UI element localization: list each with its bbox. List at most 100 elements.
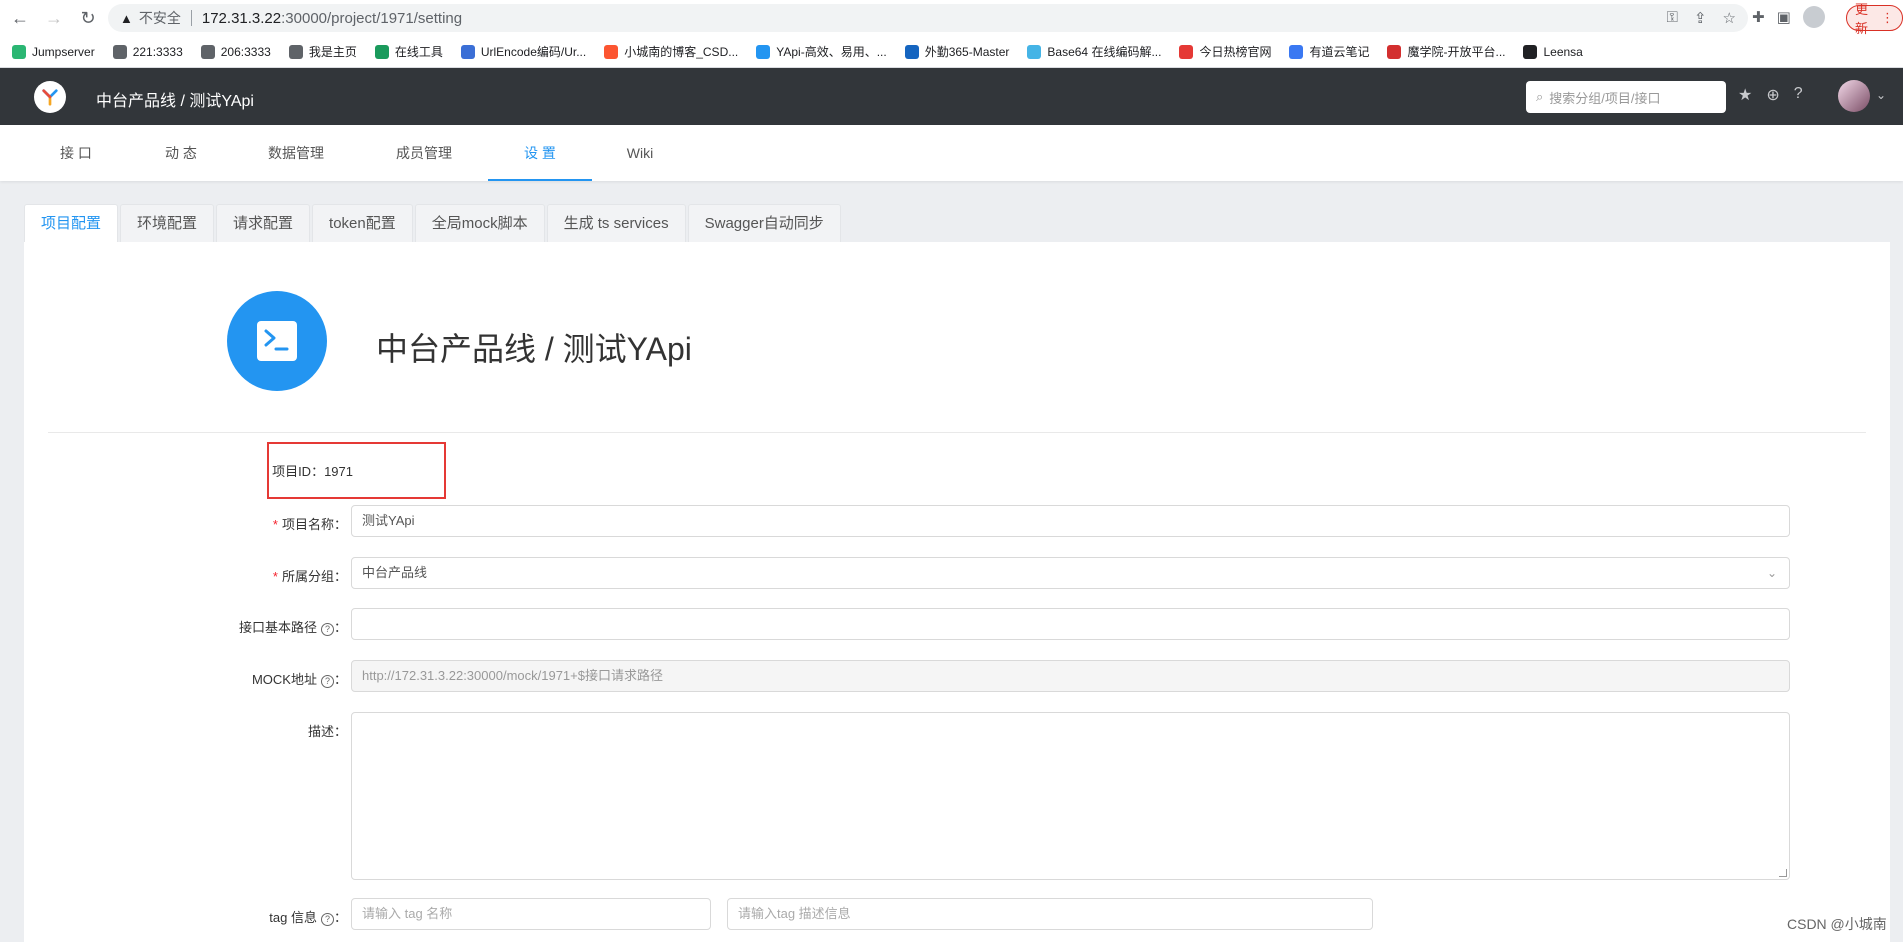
bookmark-label: 今日热榜官网 — [1199, 45, 1272, 59]
resize-handle-icon[interactable] — [1779, 869, 1787, 877]
question-circle-icon[interactable]: ? — [320, 913, 334, 926]
bookmark-item[interactable]: 魔学院-开放平台... — [1387, 43, 1505, 60]
subnav-item[interactable]: 成员管理 — [386, 125, 462, 181]
profile-avatar-icon[interactable] — [1802, 6, 1825, 28]
warning-icon: ▲ — [120, 10, 133, 26]
help-circle-icon[interactable]: ? — [1794, 85, 1803, 105]
label-colon: ： — [333, 672, 347, 687]
reload-icon[interactable]: ↻ — [74, 4, 102, 32]
required-mark: * — [272, 569, 278, 584]
update-button[interactable]: 更新 ⋮ — [1846, 2, 1903, 36]
subnav-item[interactable]: 动 态 — [145, 125, 217, 181]
watermark: CSDN @小城南 — [1787, 916, 1887, 932]
question-circle-icon[interactable]: ? — [320, 623, 334, 636]
bookmark-item[interactable]: 221:3333 — [112, 44, 183, 59]
settings-tab[interactable]: token配置 — [312, 204, 413, 242]
mock-label: MOCK地址?： — [252, 669, 347, 688]
bookmark-item[interactable]: 在线工具 — [374, 43, 443, 60]
bookmark-label: 206:3333 — [220, 44, 271, 59]
back-arrow-icon[interactable]: ← — [6, 4, 34, 32]
subnav-item[interactable]: 设 置 — [488, 125, 592, 181]
group-label-text: 所属分组： — [281, 569, 347, 584]
star-icon[interactable]: ☆ — [1723, 9, 1736, 27]
search-icon: ⌕ — [1536, 89, 1544, 104]
project-title: 中台产品线 / 测试YApi — [376, 331, 692, 367]
group-select[interactable]: 中台产品线 ⌄ — [351, 557, 1790, 589]
project-name-field[interactable]: 测试YApi — [351, 505, 1790, 537]
bookmark-favicon-icon — [1387, 44, 1402, 59]
project-name-label-text: 项目名称： — [281, 517, 347, 532]
description-textarea[interactable] — [351, 712, 1790, 880]
bookmark-label: 有道云笔记 — [1309, 45, 1370, 59]
key-icon[interactable]: ⚿ — [1667, 9, 1678, 27]
settings-tab[interactable]: 全局mock脚本 — [414, 204, 545, 242]
required-mark: * — [272, 517, 278, 532]
bookmark-favicon-icon — [12, 44, 26, 59]
settings-tab[interactable]: 生成 ts services — [546, 204, 686, 242]
subnav-item[interactable]: Wiki — [612, 125, 668, 181]
bookmark-favicon-icon — [1523, 44, 1538, 59]
bookmark-item[interactable]: UrlEncode编码/Ur... — [460, 43, 587, 60]
tag-description-input[interactable]: 请输入tag 描述信息 — [727, 898, 1373, 930]
subnav-item[interactable]: 接 口 — [40, 125, 112, 181]
extensions-puzzle-icon[interactable]: ✚ — [1752, 8, 1765, 26]
settings-tab[interactable]: 环境配置 — [120, 204, 215, 242]
tag-name-input[interactable]: 请输入 tag 名称 — [351, 898, 711, 930]
question-circle-icon[interactable]: ? — [320, 675, 334, 688]
basepath-label-text: 接口基本路径 — [238, 620, 317, 635]
tag-label: tag 信息?： — [269, 907, 347, 926]
bookmark-item[interactable]: 今日热榜官网 — [1179, 43, 1271, 60]
bookmark-item[interactable]: Leensa — [1523, 44, 1583, 59]
bookmark-item[interactable]: 206:3333 — [200, 44, 271, 59]
search-placeholder: 搜索分组/项目/接口 — [1549, 90, 1661, 106]
bookmark-label: Jumpserver — [32, 44, 95, 59]
settings-panel: 中台产品线 / 测试YApi 项目ID：1971 * 项目名称： 测试YApi *… — [24, 242, 1890, 942]
bookmark-label: 221:3333 — [132, 44, 183, 59]
omnibox-actions: ⚿ ⇪ ☆ — [1667, 9, 1736, 27]
url-path: :30000/project/1971/setting — [281, 9, 463, 27]
omnibox-separator — [190, 10, 192, 26]
bookmark-favicon-icon — [1289, 44, 1304, 59]
url-host: 172.31.3.22 — [201, 9, 282, 27]
bookmark-item[interactable]: Jumpserver — [12, 44, 95, 59]
forward-arrow-icon[interactable]: → — [40, 4, 68, 32]
subnav-item[interactable]: 数据管理 — [258, 125, 334, 181]
bookmark-label: 在线工具 — [394, 45, 443, 59]
basepath-input[interactable] — [351, 608, 1790, 640]
bookmark-label: UrlEncode编码/Ur... — [480, 45, 587, 59]
share-icon[interactable]: ⇪ — [1694, 9, 1707, 27]
search-input[interactable]: ⌕ 搜索分组/项目/接口 — [1526, 81, 1726, 113]
group-selected-value: 中台产品线 — [362, 565, 428, 580]
bookmark-favicon-icon — [904, 44, 919, 59]
sidepanel-icon[interactable]: ▣ — [1777, 8, 1791, 26]
bookmark-item[interactable]: Base64 在线编码解... — [1027, 43, 1161, 60]
chevron-down-icon: ⌄ — [1766, 566, 1777, 580]
url-text: 172.31.3.22:30000/project/1971/setting — [202, 10, 462, 27]
settings-tabs: 项目配置 环境配置 请求配置 token配置 全局mock脚本 生成 ts service… — [24, 204, 843, 242]
header-actions: ★ ⊕ ? — [1738, 85, 1803, 105]
settings-tab[interactable]: 项目配置 — [24, 204, 119, 242]
terminal-glyph — [257, 321, 297, 361]
highlight-box — [267, 442, 446, 499]
group-label: * 所属分组： — [273, 566, 347, 585]
bookmark-item[interactable]: 我是主页 — [288, 43, 357, 60]
star-icon[interactable]: ★ — [1738, 85, 1752, 105]
bookmark-favicon-icon — [460, 44, 475, 59]
bookmark-label: YApi-高效、易用、... — [776, 45, 887, 59]
address-bar[interactable]: ▲ 不安全 172.31.3.22:30000/project/1971/set… — [108, 4, 1748, 32]
add-circle-icon[interactable]: ⊕ — [1766, 85, 1779, 105]
bookmark-favicon-icon — [112, 44, 127, 59]
breadcrumb[interactable]: 中台产品线 / 测试YApi — [96, 87, 254, 111]
bookmark-favicon-icon — [604, 44, 619, 59]
settings-tab[interactable]: 请求配置 — [216, 204, 311, 242]
user-avatar[interactable] — [1838, 80, 1870, 112]
bookmark-item[interactable]: 小城南的博客_CSD... — [604, 43, 738, 60]
bookmark-label: 外勤365-Master — [924, 45, 1010, 59]
bookmark-item[interactable]: 有道云笔记 — [1289, 43, 1369, 60]
bookmark-item[interactable]: YApi-高效、易用、... — [756, 43, 887, 60]
chevron-down-icon[interactable]: ⌄ — [1876, 88, 1886, 102]
yapi-logo-icon[interactable] — [34, 81, 66, 113]
settings-tab[interactable]: Swagger自动同步 — [687, 204, 841, 242]
bookmark-label: 小城南的博客_CSD... — [624, 45, 739, 59]
bookmark-item[interactable]: 外勤365-Master — [904, 43, 1010, 60]
